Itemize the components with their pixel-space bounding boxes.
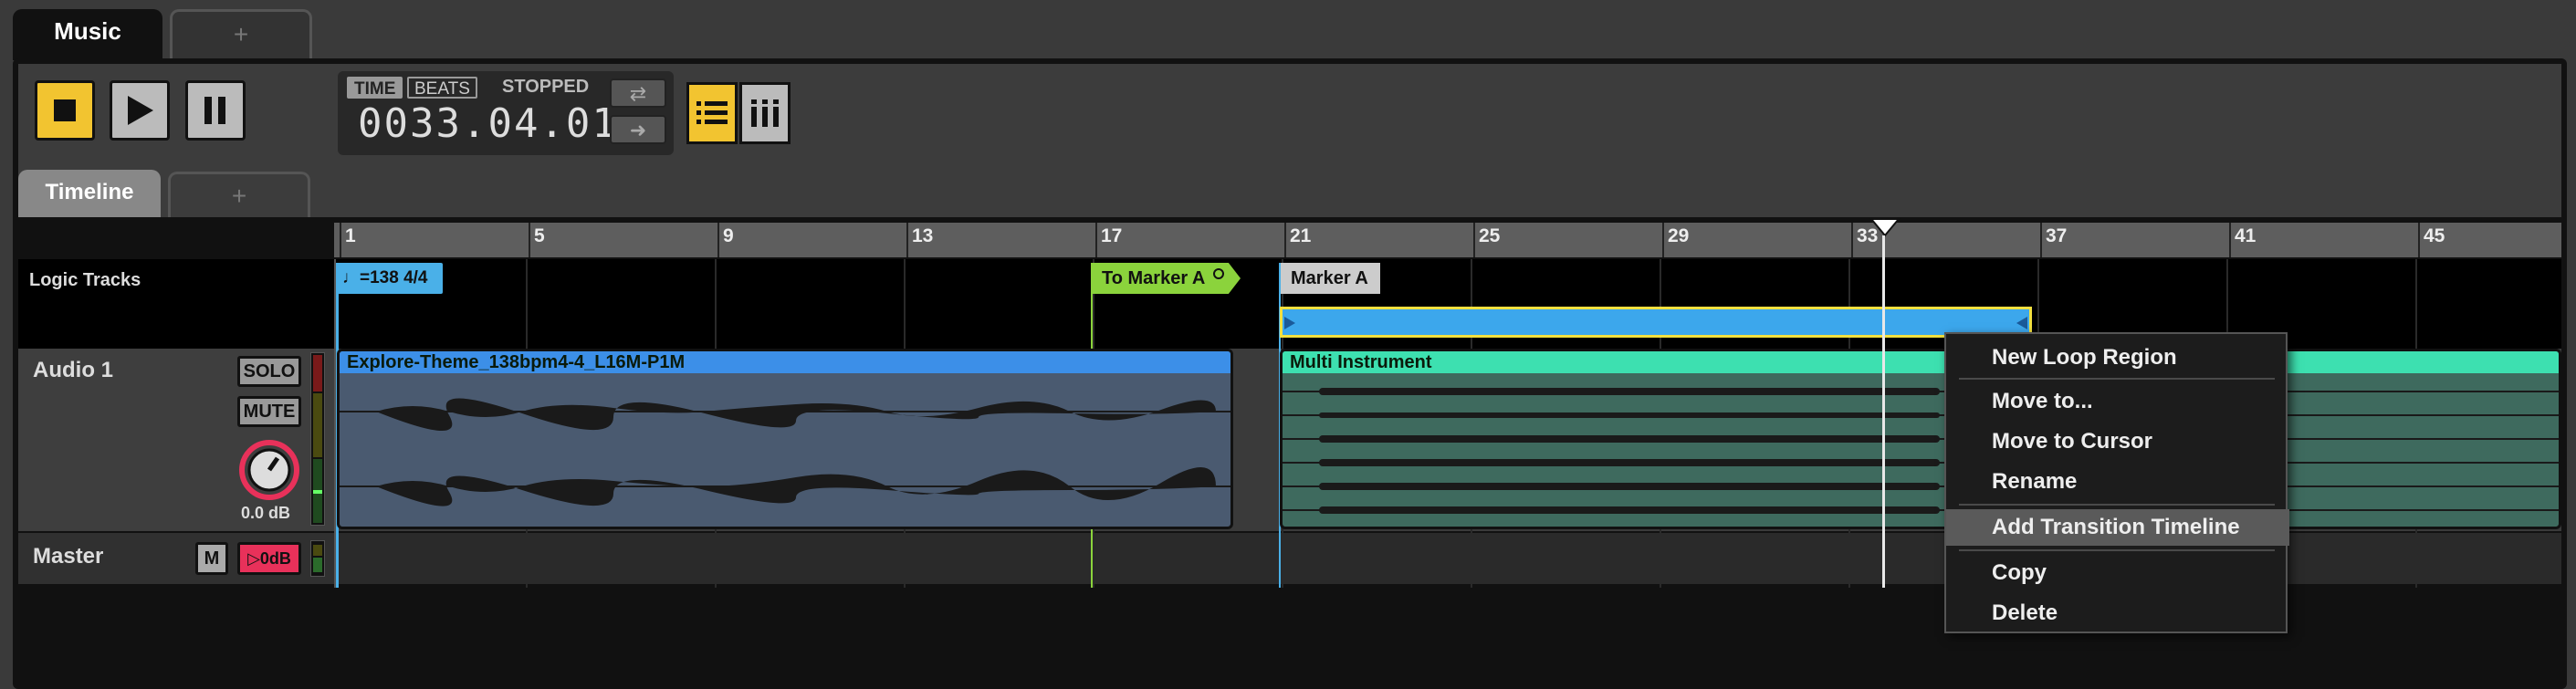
loop-icon: ⇄ [629, 82, 647, 105]
transition-marker-label: To Marker A [1102, 268, 1205, 288]
loop-start-handle-icon[interactable] [1284, 317, 1295, 329]
logic-tracks-label: Logic Tracks [29, 270, 141, 290]
volume-knob-icon[interactable] [237, 438, 301, 502]
menu-separator [1959, 549, 2275, 551]
pause-icon [204, 97, 225, 124]
multi-waveform [1283, 388, 2559, 514]
tab-music[interactable]: Music [13, 9, 162, 60]
menu-item-add-transition-timeline[interactable]: Add Transition Timeline [1946, 509, 2289, 546]
marker-a[interactable]: Marker A [1280, 263, 1380, 294]
solo-button[interactable]: SOLO [237, 356, 301, 387]
master-mute-button[interactable]: M [195, 542, 228, 575]
loop-toggle-button[interactable]: ⇄ [610, 78, 666, 108]
bar-number: 9 [717, 223, 734, 257]
columns-icon [751, 99, 779, 127]
menu-item-move-to[interactable]: Move to... [1946, 383, 2289, 420]
bar-number: 37 [2039, 223, 2067, 257]
bar-number: 17 [1094, 223, 1122, 257]
master-track-name[interactable]: Master [33, 544, 103, 569]
bar-number: 5 [529, 223, 545, 257]
master-limiter-button[interactable]: ▷0dB [237, 542, 301, 575]
menu-item-rename[interactable]: Rename [1946, 464, 2289, 500]
list-icon [696, 101, 728, 124]
mute-button[interactable]: MUTE [237, 396, 301, 427]
waveform [340, 398, 1230, 506]
stop-icon [54, 99, 76, 121]
audio-clip[interactable]: Explore-Theme_138bpm4-4_L16M-P1M [337, 349, 1233, 529]
audio-level-meter [310, 352, 325, 526]
menu-item-new-loop-region[interactable]: New Loop Region [1946, 339, 2289, 376]
time-display: 0033.04.01 [358, 100, 618, 147]
bar-number: 13 [906, 223, 933, 257]
follow-button[interactable]: ➜ [610, 115, 666, 144]
menu-item-move-to-cursor[interactable]: Move to Cursor [1946, 423, 2289, 460]
tempo-marker[interactable]: ♩=138 4/4 [337, 263, 443, 294]
menu-item-delete[interactable]: Delete [1946, 595, 2289, 632]
loop-region[interactable] [1280, 307, 2032, 338]
marker-dot-icon [1213, 268, 1225, 279]
audio-track-name[interactable]: Audio 1 [33, 358, 113, 383]
time-mode-badge[interactable]: TIME [347, 77, 403, 99]
context-menu: New Loop Region Move to... Move to Curso… [1944, 332, 2289, 633]
bar-number: 1 [340, 223, 356, 257]
menu-item-copy[interactable]: Copy [1946, 555, 2289, 591]
transition-marker[interactable]: To Marker A [1091, 263, 1241, 294]
bar-number: 45 [2417, 223, 2445, 257]
bar-number: 25 [1472, 223, 1500, 257]
top-tab-bar [0, 0, 2576, 60]
transport-status: STOPPED [502, 77, 590, 97]
audio-clip[interactable]: Multi Instrument [1280, 349, 2561, 529]
bar-number: 21 [1283, 223, 1311, 257]
master-level-meter [310, 540, 325, 577]
menu-separator [1959, 378, 2275, 380]
list-view-button[interactable] [686, 82, 738, 144]
bar-number: 41 [2228, 223, 2256, 257]
volume-value: 0.0 dB [241, 504, 291, 522]
pause-button[interactable] [185, 80, 246, 141]
timeline-tab-bar [18, 164, 2561, 217]
beats-mode-badge[interactable]: BEATS [407, 77, 477, 99]
loop-end-handle-icon[interactable] [2016, 317, 2027, 329]
add-timeline-tab-button[interactable]: + [168, 172, 310, 217]
playhead-handle-icon[interactable] [1869, 217, 1901, 237]
stop-button[interactable] [35, 80, 95, 141]
add-tab-button[interactable]: + [170, 9, 312, 58]
clip-title: Explore-Theme_138bpm4-4_L16M-P1M [340, 351, 1230, 373]
menu-separator [1959, 504, 2275, 506]
playhead-line [1882, 235, 1885, 588]
tab-timeline[interactable]: Timeline [18, 170, 161, 217]
column-view-button[interactable] [739, 82, 791, 144]
timeline-ruler[interactable]: 1 5 9 13 17 21 25 29 33 37 41 45 [334, 223, 2561, 257]
clip-title: Multi Instrument [1283, 351, 2559, 373]
play-button[interactable] [110, 80, 170, 141]
arrow-right-icon: ➜ [629, 119, 647, 141]
bar-number: 29 [1661, 223, 1689, 257]
play-icon [128, 96, 153, 125]
